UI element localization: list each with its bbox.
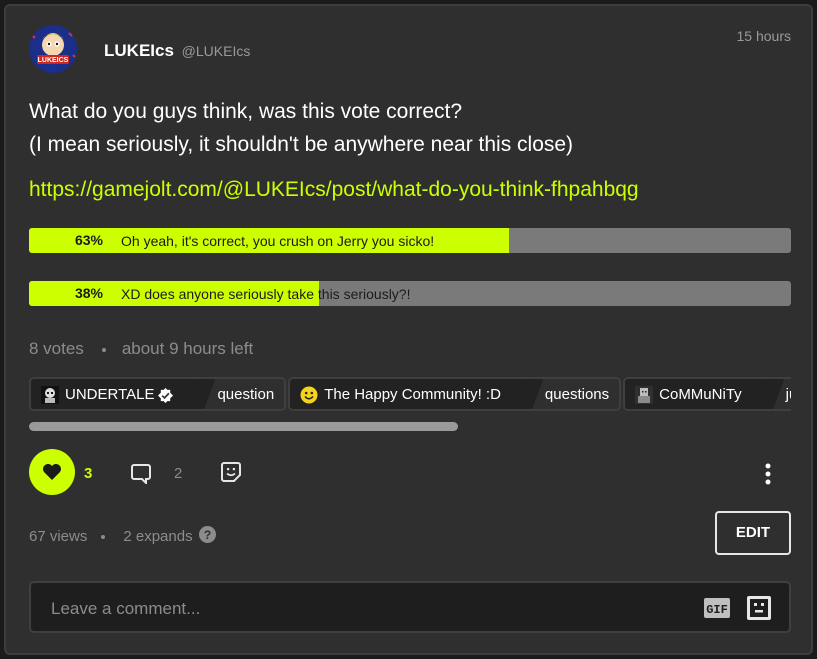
avatar-logo-text: LUKEICS	[38, 57, 69, 64]
post-card: LUKEICS LUKEIcs @LUKEIcs 15 hours What d…	[4, 4, 813, 655]
tag-community-name: The Happy Community! :D	[324, 386, 501, 403]
tag-community: UNDERTALE	[31, 379, 200, 409]
svg-text:?: ?	[203, 528, 210, 542]
view-count: 67 views	[29, 528, 88, 545]
author-line: LUKEIcs @LUKEIcs	[104, 41, 250, 61]
post-link[interactable]: https://gamejolt.com/@LUKEIcs/post/what-…	[29, 178, 639, 202]
separator-dot	[101, 347, 106, 352]
tag-community: CoMMuNiTy	[625, 379, 768, 409]
expand-count: 2 expands	[123, 528, 193, 545]
community-tags: UNDERTALE question The Happy Community! …	[29, 377, 791, 415]
author-name[interactable]: LUKEIcs	[104, 41, 174, 60]
author-avatar[interactable]: LUKEICS	[29, 25, 77, 73]
tag-community-name: UNDERTALE	[65, 386, 155, 403]
tag-community-name: CoMMuNiTy	[659, 386, 742, 403]
post-stats: 67 views 2 expands ?	[29, 526, 216, 545]
like-button[interactable]	[29, 449, 75, 495]
author-handle[interactable]: @LUKEIcs	[182, 43, 251, 59]
gif-icon[interactable]: GIF	[704, 598, 730, 618]
tag-community: The Happy Community! :D	[290, 379, 527, 409]
verified-icon	[158, 387, 174, 403]
post-text-line-2: (I mean seriously, it shouldn't be anywh…	[29, 133, 574, 156]
poll-label-1: Oh yeah, it's correct, you crush on Jerr…	[121, 233, 435, 249]
post-timestamp[interactable]: 15 hours	[737, 28, 791, 44]
poll-label-2: XD does anyone seriously take this serio…	[121, 286, 411, 302]
separator-dot	[101, 535, 106, 540]
poll-time-left: about 9 hours left	[121, 339, 254, 358]
comment-icon[interactable]	[130, 462, 152, 484]
tag-happy-community[interactable]: The Happy Community! :D questions	[288, 377, 622, 411]
tag-undertale[interactable]: UNDERTALE question	[29, 377, 287, 411]
heart-icon	[43, 464, 61, 480]
community-icon	[635, 386, 654, 405]
sticker-picker-icon[interactable]	[746, 595, 772, 621]
svg-text:GIF: GIF	[706, 603, 728, 617]
comment-input[interactable]	[51, 599, 651, 619]
sticker-icon[interactable]	[220, 461, 242, 483]
poll-option-1[interactable]: 63% Oh yeah, it's correct, you crush on …	[29, 228, 791, 253]
smiley-icon	[300, 386, 318, 404]
tags-scrollbar[interactable]	[29, 422, 458, 431]
poll-percent-2: 38%	[74, 285, 103, 301]
poll-percent-1: 63%	[74, 232, 103, 248]
edit-button[interactable]: EDIT	[715, 511, 791, 555]
undertale-icon	[41, 386, 59, 405]
post-body: What do you guys think, was this vote co…	[29, 95, 789, 161]
comment-count[interactable]: 2	[174, 465, 182, 482]
like-count[interactable]: 3	[84, 465, 92, 482]
poll-meta: 8 votes about 9 hours left	[29, 339, 253, 359]
poll-option-2[interactable]: 38% XD does anyone seriously take this s…	[29, 281, 791, 306]
more-options-icon[interactable]	[762, 462, 774, 486]
help-icon[interactable]: ?	[198, 526, 216, 543]
poll-votes: 8 votes	[29, 339, 84, 358]
tag-community[interactable]: CoMMuNiTy ju	[623, 377, 791, 411]
comment-box[interactable]: GIF	[29, 581, 791, 633]
post-text-line-1: What do you guys think, was this vote co…	[29, 100, 463, 123]
